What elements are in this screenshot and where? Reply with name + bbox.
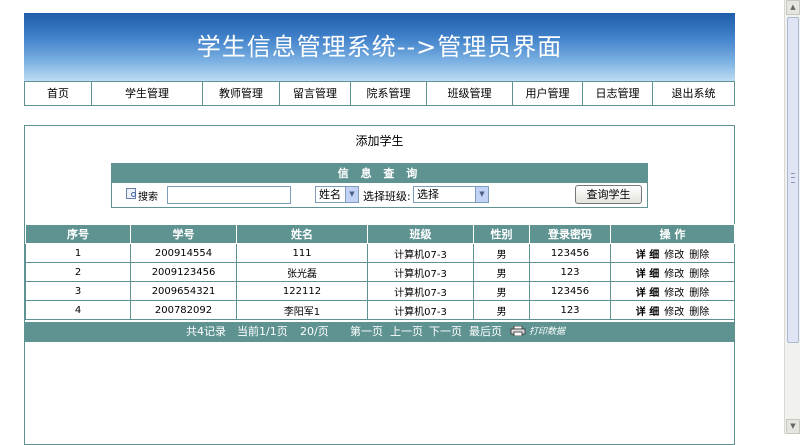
- field-select[interactable]: 姓名 ▼: [315, 186, 359, 203]
- delete-link[interactable]: 删除: [689, 307, 709, 318]
- search-icon: [126, 188, 136, 199]
- nav-item-logout[interactable]: 退出系统: [653, 82, 734, 105]
- column-header-name: 姓名: [236, 224, 368, 244]
- next-page-link[interactable]: 下一页: [429, 322, 462, 342]
- table-row: 3 2009654321 122112 计算机07-3 男 123456 详 细…: [25, 281, 735, 301]
- scroll-up-icon[interactable]: ▲: [786, 0, 800, 15]
- keyword-input[interactable]: [167, 186, 291, 204]
- edit-link[interactable]: 修改: [664, 307, 684, 318]
- search-students-button[interactable]: 查询学生: [575, 185, 642, 204]
- header-banner: 学生信息管理系统-->管理员界面: [24, 13, 735, 81]
- class-label: 选择班级:: [363, 190, 411, 203]
- chevron-down-icon: ▼: [345, 187, 358, 202]
- column-header-password: 登录密码: [529, 224, 611, 244]
- detail-link[interactable]: 详 细: [636, 288, 659, 299]
- app-title: 学生信息管理系统-->管理员界面: [196, 33, 563, 61]
- search-panel: 信 息 查 询 搜索 姓名 ▼ 选择班级: 选择 ▼ 查询学生: [111, 163, 648, 208]
- nav-item-class-management[interactable]: 班级管理: [427, 82, 513, 105]
- field-select-value: 姓名: [319, 188, 341, 201]
- cell-actions: 详 细修改 删除: [610, 300, 735, 320]
- cell-name: 张光磊: [236, 262, 368, 282]
- cell-class: 计算机07-3: [367, 243, 474, 263]
- cell-student-id: 2009123456: [130, 262, 237, 282]
- cell-password: 123: [529, 300, 611, 320]
- delete-link[interactable]: 删除: [689, 288, 709, 299]
- pagination-bar: 共4记录 当前1/1页 20/页 第一页 上一页 下一页 最后页 打印数据: [25, 322, 734, 342]
- cell-index: 1: [25, 243, 131, 263]
- nav-item-user-management[interactable]: 用户管理: [513, 82, 583, 105]
- nav-item-message-management[interactable]: 留言管理: [280, 82, 351, 105]
- delete-link[interactable]: 删除: [689, 269, 709, 280]
- column-header-class: 班级: [367, 224, 474, 244]
- cell-name: 李阳军1: [236, 300, 368, 320]
- page-size: 20/页: [300, 325, 329, 338]
- nav-item-student-management[interactable]: 学生管理: [92, 82, 203, 105]
- current-page: 当前1/1页: [237, 325, 288, 338]
- column-header-actions: 操 作: [610, 224, 735, 244]
- cell-student-id: 2009654321: [130, 281, 237, 301]
- column-header-gender: 性别: [473, 224, 530, 244]
- detail-link[interactable]: 详 细: [636, 269, 659, 280]
- detail-link[interactable]: 详 细: [636, 307, 659, 318]
- nav-item-department-management[interactable]: 院系管理: [351, 82, 427, 105]
- scrollbar-thumb[interactable]: [787, 17, 799, 343]
- cell-gender: 男: [473, 281, 530, 301]
- cell-index: 2: [25, 262, 131, 282]
- cell-class: 计算机07-3: [367, 300, 474, 320]
- page-scrollbar[interactable]: ▲ ▼: [784, 0, 800, 434]
- class-select-value: 选择: [417, 188, 439, 201]
- cell-actions: 详 细修改 删除: [610, 281, 735, 301]
- nav-item-home[interactable]: 首页: [25, 82, 92, 105]
- column-header-student-id: 学号: [130, 224, 237, 244]
- prev-page-link[interactable]: 上一页: [390, 322, 423, 342]
- chevron-down-icon: ▼: [475, 187, 488, 202]
- first-page-link[interactable]: 第一页: [350, 322, 383, 342]
- last-page-link[interactable]: 最后页: [469, 322, 502, 342]
- delete-link[interactable]: 删除: [689, 250, 709, 261]
- cell-class: 计算机07-3: [367, 281, 474, 301]
- main-nav: 首页 学生管理 教师管理 留言管理 院系管理 班级管理 用户管理 日志管理 退出…: [24, 81, 735, 106]
- cell-actions: 详 细修改 删除: [610, 262, 735, 282]
- page-heading[interactable]: 添加学生: [25, 132, 734, 149]
- cell-password: 123456: [529, 243, 611, 263]
- cell-password: 123: [529, 262, 611, 282]
- edit-link[interactable]: 修改: [664, 250, 684, 261]
- search-panel-header: 信 息 查 询: [112, 164, 647, 183]
- column-header-index: 序号: [25, 224, 131, 244]
- table-row: 4 200782092 李阳军1 计算机07-3 男 123 详 细修改 删除: [25, 300, 735, 320]
- table-row: 1 200914554 111 计算机07-3 男 123456 详 细修改 删除: [25, 243, 735, 263]
- cell-actions: 详 细修改 删除: [610, 243, 735, 263]
- edit-link[interactable]: 修改: [664, 269, 684, 280]
- cell-class: 计算机07-3: [367, 262, 474, 282]
- cell-index: 3: [25, 281, 131, 301]
- cell-gender: 男: [473, 300, 530, 320]
- cell-password: 123456: [529, 281, 611, 301]
- print-data-link[interactable]: 打印数据: [529, 322, 565, 342]
- cell-name: 122112: [236, 281, 368, 301]
- cell-gender: 男: [473, 243, 530, 263]
- detail-link[interactable]: 详 细: [636, 250, 659, 261]
- class-select[interactable]: 选择 ▼: [413, 186, 489, 203]
- printer-icon[interactable]: [510, 326, 526, 336]
- search-label: 搜索: [138, 192, 158, 203]
- content-panel: 添加学生 信 息 查 询 搜索 姓名 ▼ 选择班级: 选择 ▼ 查询学生 序号: [24, 125, 735, 445]
- cell-index: 4: [25, 300, 131, 320]
- cell-student-id: 200914554: [130, 243, 237, 263]
- scroll-down-icon[interactable]: ▼: [786, 419, 800, 434]
- total-records: 共4记录: [186, 325, 226, 338]
- cell-student-id: 200782092: [130, 300, 237, 320]
- nav-item-teacher-management[interactable]: 教师管理: [203, 82, 280, 105]
- nav-item-log-management[interactable]: 日志管理: [583, 82, 653, 105]
- cell-name: 111: [236, 243, 368, 263]
- table-row: 2 2009123456 张光磊 计算机07-3 男 123 详 细修改 删除: [25, 262, 735, 282]
- student-table: 序号 学号 姓名 班级 性别 登录密码 操 作 1 200914554 111 …: [25, 224, 735, 320]
- table-header-row: 序号 学号 姓名 班级 性别 登录密码 操 作: [25, 224, 735, 244]
- edit-link[interactable]: 修改: [664, 288, 684, 299]
- cell-gender: 男: [473, 262, 530, 282]
